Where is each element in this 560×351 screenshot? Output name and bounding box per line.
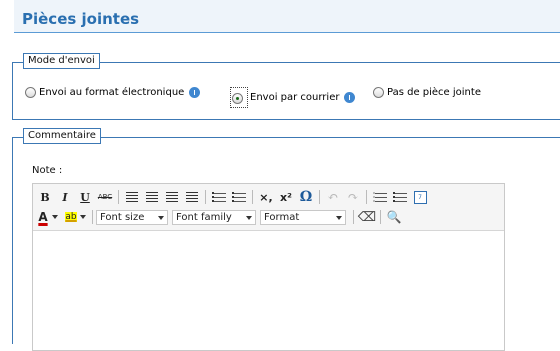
section-title: Pièces jointes (22, 10, 140, 28)
font-family-select[interactable]: Font family (172, 209, 256, 225)
align-center-icon (146, 192, 158, 202)
radio-courrier-label: Envoi par courrier (250, 92, 340, 103)
radio-courrier[interactable]: Envoi par courrier (230, 87, 356, 108)
header-divider (14, 32, 560, 33)
italic-button[interactable]: I (55, 187, 75, 207)
radio-courrier-circle[interactable] (232, 93, 243, 104)
toolbar-row-1: B I U ABC ×, x² Ω ↶ ↷ 7 (35, 187, 430, 207)
radio-electronic-label: Envoi au format électronique (39, 87, 185, 98)
highlight-icon: ab (65, 212, 77, 222)
format-select[interactable]: Format (260, 209, 346, 225)
radio-none-label: Pas de pièce jointe (387, 87, 481, 98)
superscript-button[interactable]: x² (276, 187, 296, 207)
underline-button[interactable]: U (75, 187, 95, 207)
rich-text-editor: B I U ABC ×, x² Ω ↶ ↷ 7 A ab Font size F… (32, 183, 505, 351)
chevron-down-icon[interactable] (52, 215, 58, 219)
toolbar-separator (92, 210, 93, 224)
toolbar-separator (366, 190, 367, 204)
chevron-down-icon (336, 215, 342, 220)
bold-button[interactable]: B (35, 187, 55, 207)
subscript-button[interactable]: ×, (256, 187, 276, 207)
chevron-down-icon[interactable] (80, 215, 86, 219)
clear-format-button[interactable]: ⌫ (357, 207, 377, 227)
toolbar-row-2: A ab Font size Font family Format ⌫ 🔍 (35, 207, 404, 227)
comment-legend: Commentaire (23, 128, 101, 144)
font-size-select[interactable]: Font size (96, 209, 168, 225)
bullet-list-button[interactable] (209, 187, 229, 207)
radio-electronic-circle[interactable] (25, 87, 36, 98)
undo-icon: ↶ (327, 189, 339, 205)
numbered-list-icon (232, 192, 246, 202)
undo-button[interactable]: ↶ (323, 187, 343, 207)
radio-none[interactable]: Pas de pièce jointe (373, 87, 481, 98)
outdent-icon (373, 192, 387, 202)
align-left-button[interactable] (122, 187, 142, 207)
redo-icon: ↷ (347, 189, 359, 205)
format-select-label: Format (264, 211, 300, 223)
section-header: Pièces jointes (14, 0, 560, 33)
indent-icon (393, 192, 407, 202)
indent-button[interactable] (390, 187, 410, 207)
comment-fieldset: Commentaire Note : B I U ABC ×, x² Ω ↶ ↷… (12, 128, 560, 351)
align-justify-button[interactable] (182, 187, 202, 207)
toolbar-separator (118, 190, 119, 204)
strikethrough-button[interactable]: ABC (95, 187, 115, 207)
numbered-list-button[interactable] (229, 187, 249, 207)
radio-none-circle[interactable] (373, 87, 384, 98)
toolbar-separator (205, 190, 206, 204)
calendar-icon: 7 (413, 190, 427, 204)
info-icon[interactable] (344, 92, 356, 103)
redo-button[interactable]: ↷ (343, 187, 363, 207)
align-left-icon (126, 192, 138, 202)
editor-content-area[interactable] (33, 231, 504, 350)
font-size-select-label: Font size (100, 211, 145, 223)
text-color-icon: A (38, 210, 48, 224)
align-justify-icon (186, 192, 198, 202)
toolbar-separator (252, 190, 253, 204)
bullet-list-icon (212, 192, 226, 202)
align-right-button[interactable] (162, 187, 182, 207)
toolbar-separator (353, 210, 354, 224)
text-color-button[interactable]: A (35, 207, 51, 227)
highlight-color-button[interactable]: ab (63, 207, 79, 227)
eraser-icon: ⌫ (357, 209, 377, 225)
toolbar-separator (319, 190, 320, 204)
note-label: Note : (32, 165, 63, 176)
info-icon[interactable] (189, 87, 201, 98)
toolbar-separator (380, 210, 381, 224)
align-center-button[interactable] (142, 187, 162, 207)
mode-fieldset: Mode d'envoi Envoi au format électroniqu… (12, 53, 560, 120)
outdent-button[interactable] (370, 187, 390, 207)
align-right-icon (166, 192, 178, 202)
chevron-down-icon (158, 215, 164, 220)
special-char-button[interactable]: Ω (296, 187, 316, 207)
preview-icon: 🔍 (386, 210, 402, 224)
preview-button[interactable]: 🔍 (384, 207, 404, 227)
mode-legend: Mode d'envoi (23, 53, 100, 69)
chevron-down-icon (246, 215, 252, 220)
radio-electronic[interactable]: Envoi au format électronique (25, 87, 201, 98)
insert-date-button[interactable]: 7 (410, 187, 430, 207)
font-family-select-label: Font family (176, 211, 232, 223)
editor-toolbar: B I U ABC ×, x² Ω ↶ ↷ 7 A ab Font size F… (33, 184, 504, 231)
